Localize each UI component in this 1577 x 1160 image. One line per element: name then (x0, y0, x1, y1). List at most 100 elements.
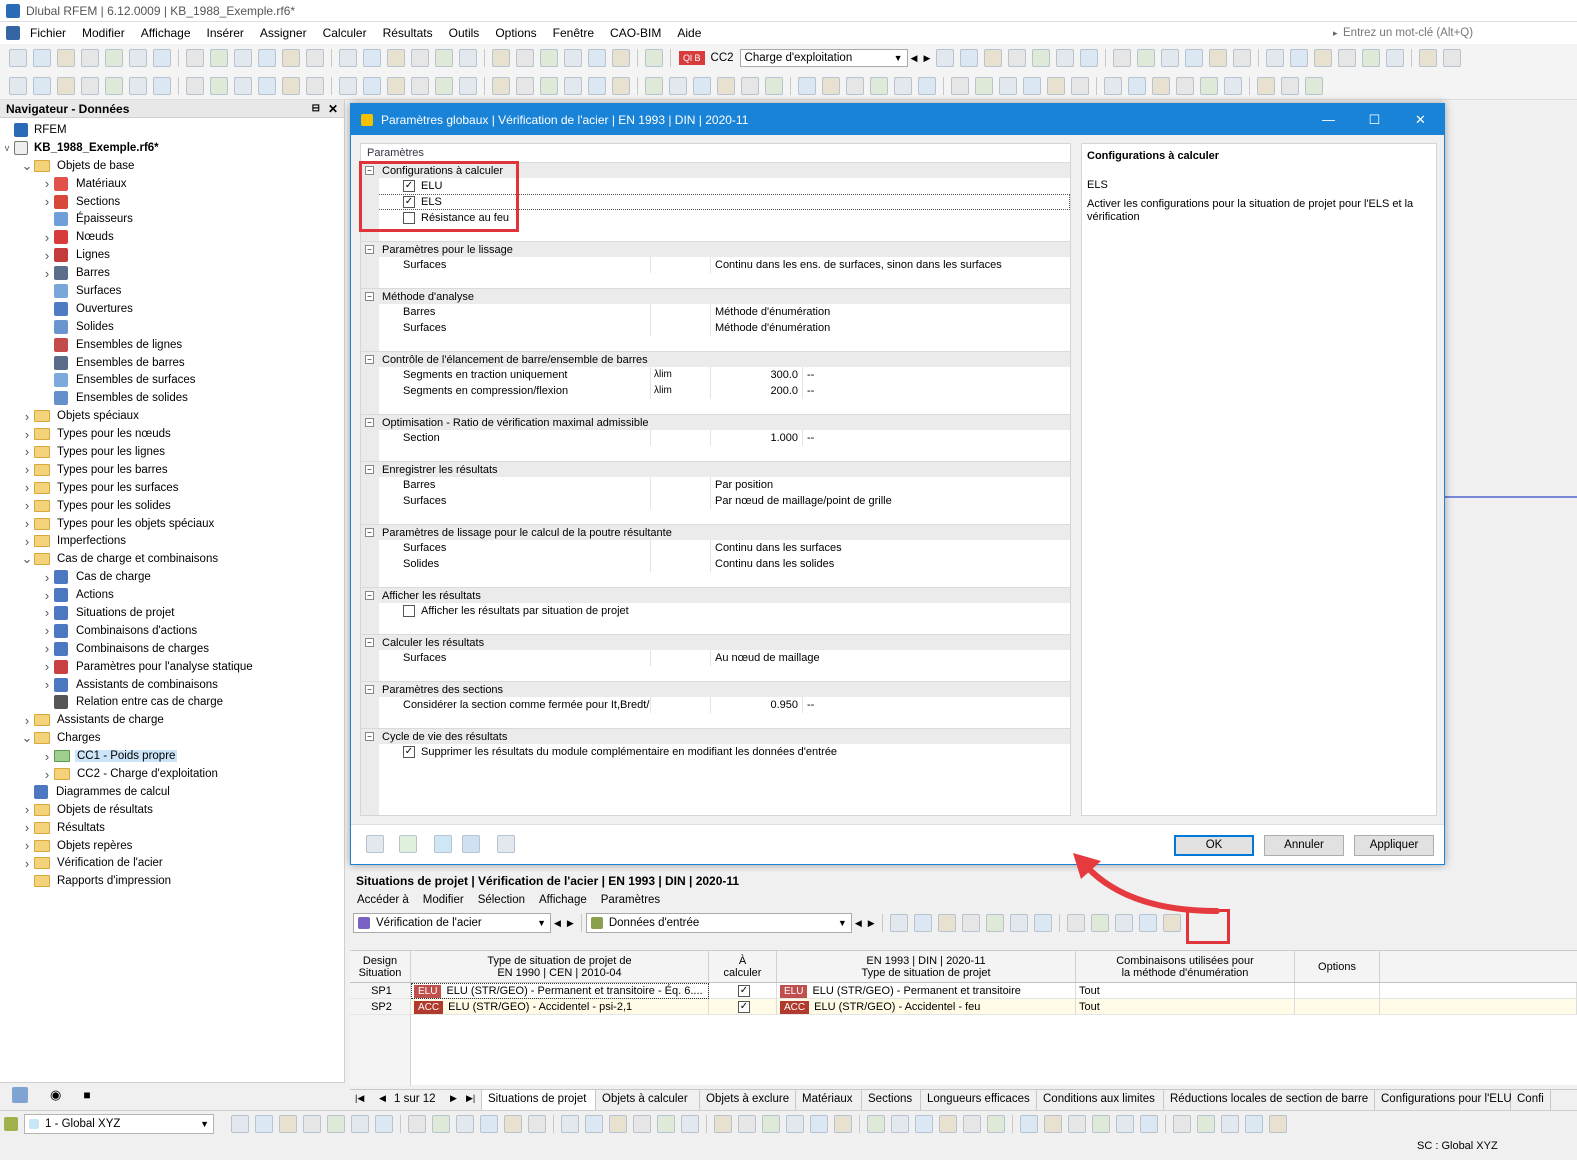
row-id[interactable]: SP2 (350, 999, 411, 1015)
tb2-tool-icon-24[interactable] (540, 76, 558, 95)
status-tool-icon-15[interactable] (561, 1115, 579, 1133)
panel-tool-icon-0[interactable] (889, 914, 908, 932)
cs-combo[interactable]: 1 - Global XYZ ▼ (24, 1114, 214, 1134)
camera-icon[interactable]: ■ (83, 1088, 90, 1102)
tb1a-tool-icon-24[interactable] (540, 49, 558, 67)
checkbox[interactable] (403, 212, 415, 224)
row-calc-cell[interactable]: ✓ (709, 983, 777, 999)
collapse-icon[interactable]: − (365, 465, 374, 474)
chevron-right-icon[interactable]: › (40, 767, 54, 782)
units-icon[interactable] (399, 835, 417, 853)
tb1a-tool-icon-12[interactable] (282, 49, 300, 67)
panel-tool-icon-4[interactable] (985, 914, 1004, 932)
help-icon[interactable] (366, 835, 384, 853)
collapse-icon[interactable]: − (365, 245, 374, 254)
tree-item[interactable]: ⌄ Cas de charge et combinaisons (0, 550, 344, 568)
tree-item[interactable]: › Types pour les nœuds (0, 425, 344, 443)
loadcase-selector[interactable]: Ql B CC2 Charge d'exploitation ▼ ◀ ▶ (679, 49, 933, 67)
tb2-tool-icon-48[interactable] (1071, 76, 1089, 95)
tb1b-tool-icon-0[interactable] (936, 49, 955, 67)
tb2-tool-icon-46[interactable] (1023, 76, 1041, 95)
param-check-cell[interactable]: ✓ ELS (361, 194, 1070, 210)
chevron-right-icon[interactable]: › (40, 588, 54, 603)
tree-item[interactable]: › Objets repères (0, 837, 344, 855)
param-section[interactable]: − Cycle de vie des résultats (361, 728, 1070, 744)
status-tool-icon-36[interactable] (1020, 1115, 1038, 1133)
next-arrow-icon[interactable]: ▶ (868, 918, 875, 929)
param-value[interactable]: Par position (711, 477, 1070, 493)
status-tool-icon-22[interactable] (714, 1115, 732, 1133)
close-icon[interactable]: ✕ (1398, 104, 1443, 135)
menu-affichage[interactable]: Affichage (133, 26, 199, 40)
checkbox[interactable]: ✓ (738, 1001, 750, 1014)
status-tool-icon-3[interactable] (303, 1115, 321, 1133)
param-section[interactable]: − Afficher les résultats (361, 587, 1070, 603)
panel-tool-icon-1[interactable] (913, 914, 932, 932)
tree-item[interactable]: Ensembles de lignes (0, 336, 344, 354)
tb1a-tool-icon-10[interactable] (234, 49, 252, 67)
param-section[interactable]: − Paramètres pour le lissage (361, 241, 1070, 257)
checkbox[interactable]: ✓ (403, 196, 415, 208)
param-check-cell[interactable]: ✓ ELU (361, 178, 1070, 194)
copy-icon[interactable] (497, 835, 515, 853)
panel-tool-icon-2[interactable] (937, 914, 956, 932)
app-menu-icon[interactable] (6, 26, 20, 40)
tree-item[interactable]: Ensembles de barres (0, 354, 344, 372)
param-section[interactable]: − Optimisation - Ratio de vérification ma… (361, 414, 1070, 430)
module-combo[interactable]: Vérification de l'acier ▼ (353, 913, 551, 933)
tree-item[interactable]: › Cas de charge (0, 568, 344, 586)
tree-item[interactable]: › Barres (0, 264, 344, 282)
panel-tool-icon-5[interactable] (1009, 914, 1028, 932)
menu-assigner[interactable]: Assigner (252, 26, 315, 40)
tb2-tool-icon-39[interactable] (870, 76, 888, 95)
chevron-right-icon[interactable]: › (20, 462, 34, 477)
tree-item[interactable]: › Combinaisons de charges (0, 640, 344, 658)
row-combinations[interactable]: Tout (1076, 983, 1295, 999)
status-tool-icon-40[interactable] (1116, 1115, 1134, 1133)
menu-fenetre[interactable]: Fenêtre (545, 26, 602, 40)
tree-item[interactable]: › Objets de résultats (0, 801, 344, 819)
tree-item[interactable]: › Matériaux (0, 175, 344, 193)
tb1a-tool-icon-20[interactable] (459, 49, 477, 67)
tree-item[interactable]: › Types pour les surfaces (0, 479, 344, 497)
tree-item[interactable]: ⌄ Objets de base (0, 157, 344, 175)
chevron-right-icon[interactable]: › (20, 820, 34, 835)
row-combinations[interactable]: Tout (1076, 999, 1295, 1015)
status-tool-icon-8[interactable] (408, 1115, 426, 1133)
tb2-tool-icon-5[interactable] (129, 76, 147, 95)
load-icon[interactable] (434, 835, 452, 853)
tb1a-tool-icon-18[interactable] (411, 49, 429, 67)
status-tool-icon-41[interactable] (1140, 1115, 1158, 1133)
tb2-tool-icon-2[interactable] (57, 76, 75, 95)
tree-item[interactable]: › Situations de projet (0, 604, 344, 622)
status-tool-icon-31[interactable] (915, 1115, 933, 1133)
tb2-tool-icon-13[interactable] (306, 76, 324, 95)
tree-item[interactable]: › Assistants de combinaisons (0, 676, 344, 694)
param-row[interactable]: ✓ ELS (361, 194, 1070, 210)
param-value[interactable]: Continu dans les solides (711, 556, 1070, 572)
tree-item[interactable]: › Actions (0, 586, 344, 604)
tb2-tool-icon-30[interactable] (669, 76, 687, 95)
status-tool-icon-12[interactable] (504, 1115, 522, 1133)
tree-item[interactable]: › CC1 - Poids propre (0, 747, 344, 765)
menu-resultats[interactable]: Résultats (375, 26, 441, 40)
tb2-tool-icon-22[interactable] (492, 76, 510, 95)
param-row[interactable]: Surfaces Méthode d'énumération (361, 320, 1070, 336)
tree-item[interactable]: › Types pour les objets spéciaux (0, 515, 344, 533)
next-arrow-icon[interactable]: ▶ (923, 53, 930, 64)
tb2-tool-icon-43[interactable] (951, 76, 969, 95)
param-check-cell[interactable]: ✓ Supprimer les résultats du module compl… (361, 744, 1070, 760)
param-value[interactable]: Continu dans les surfaces (711, 540, 1070, 556)
tb1a-tool-icon-11[interactable] (258, 49, 276, 67)
first-page-icon[interactable]: |◀ (355, 1093, 364, 1104)
status-tool-icon-37[interactable] (1044, 1115, 1062, 1133)
prev-arrow-icon[interactable]: ◀ (554, 918, 561, 929)
tab-4[interactable]: Sections (862, 1090, 921, 1110)
tree-item[interactable]: › Paramètres pour l'analyse statique (0, 658, 344, 676)
menu-aide[interactable]: Aide (669, 26, 709, 40)
status-tool-icon-47[interactable] (1269, 1115, 1287, 1133)
param-row[interactable]: Section 1.000 -- (361, 430, 1070, 446)
tb2-tool-icon-36[interactable] (798, 76, 816, 95)
param-row[interactable]: Considérer la section comme fermée pour … (361, 697, 1070, 713)
tb1b-tool-icon-8[interactable] (1113, 49, 1132, 67)
